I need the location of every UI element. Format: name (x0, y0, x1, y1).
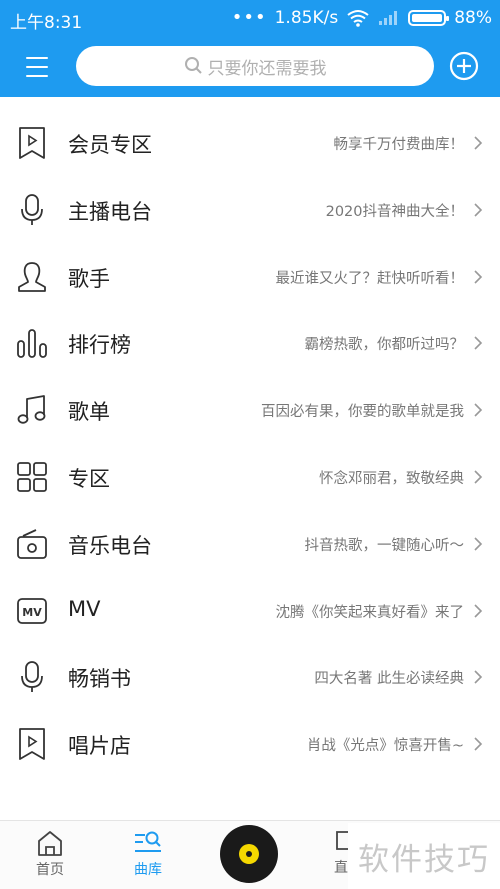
chevron-right-icon (474, 470, 483, 484)
wifi-icon (347, 10, 369, 27)
chevron-right-icon (474, 537, 483, 551)
mv-icon: MV (17, 597, 47, 624)
menu-button[interactable] (22, 54, 54, 80)
search-placeholder: 只要你还需要我 (207, 58, 327, 79)
list-item-title: 唱片店 (68, 734, 131, 759)
chevron-right-icon (474, 203, 483, 217)
chevron-right-icon (474, 270, 483, 284)
microphone-icon (21, 661, 43, 693)
list-item[interactable]: 歌手 最近谁又火了？赶快听听看！ (0, 244, 500, 311)
list-item-desc: 2020抖音神曲大全！ (325, 203, 464, 220)
list-item[interactable]: 排行榜 霸榜热歌，你都听过吗？ (0, 310, 500, 377)
list-item[interactable]: 专区 怀念邓丽君，致敬经典 (0, 444, 500, 511)
list-item-title: 会员专区 (68, 133, 152, 157)
microphone-icon (21, 193, 43, 225)
music-note-icon (17, 395, 46, 424)
list-item-title: MV (68, 596, 101, 621)
list-item-desc: 霸榜热歌，你都听过吗？ (304, 337, 465, 354)
chevron-right-icon (474, 336, 483, 350)
list-item[interactable]: 会员专区 畅享千万付费曲库！ (0, 110, 500, 177)
battery-percent: 88% (454, 8, 492, 28)
list-item-desc: 肖战《光点》惊喜开售~ (306, 738, 464, 755)
signal-icon (379, 11, 398, 25)
add-icon[interactable] (449, 51, 479, 81)
chevron-right-icon (474, 604, 483, 618)
chevron-right-icon (474, 403, 483, 417)
home-icon (38, 831, 62, 856)
play-bookmark-icon (19, 728, 45, 761)
tab-partial-label: 直 (334, 860, 348, 876)
list-item-title: 主播电台 (68, 199, 152, 224)
library-search-icon (135, 831, 161, 852)
category-list: 会员专区 畅享千万付费曲库！ 主播电台 2020抖音神曲大全！ 歌手 最近谁又火… (0, 110, 500, 778)
list-item[interactable]: 歌单 百因必有果，你要的歌单就是我 (0, 377, 500, 444)
chevron-right-icon (474, 136, 483, 150)
svg-text:MV: MV (22, 606, 42, 619)
bottom-nav: 首页 曲库 直 软件技巧 (0, 820, 500, 889)
network-speed: 1.85K/s (274, 8, 339, 28)
list-item-desc: 最近谁又火了？赶快听听看！ (275, 270, 465, 287)
list-item-title: 音乐电台 (68, 533, 152, 558)
list-item-desc: 百因必有果，你要的歌单就是我 (261, 404, 464, 421)
status-bar: 上午8:31 ••• 1.85K/s 88% (0, 0, 500, 36)
menu-icon-line (26, 75, 48, 77)
search-bar[interactable]: 只要你还需要我 (76, 46, 434, 86)
list-item-title: 专区 (68, 466, 110, 491)
list-item-desc: 抖音热歌，一键随心听～ (304, 537, 465, 554)
list-item-title: 歌单 (68, 400, 110, 425)
tab-home[interactable]: 首页 (20, 829, 80, 879)
disc-center (246, 851, 252, 857)
tab-home-label: 首页 (36, 862, 64, 878)
watermark: 软件技巧 (348, 823, 500, 889)
status-time: 上午8:31 (10, 13, 83, 33)
list-item[interactable]: 唱片店 肖战《光点》惊喜开售~ (0, 711, 500, 778)
play-bookmark-icon (19, 127, 45, 159)
list-item-title: 畅销书 (68, 667, 131, 692)
list-item-title: 歌手 (68, 266, 110, 291)
more-dots: ••• (231, 7, 267, 28)
battery-icon (408, 10, 450, 26)
watermark-text: 软件技巧 (358, 842, 490, 878)
radio-icon (17, 528, 47, 559)
list-item-desc: 畅享千万付费曲库！ (333, 137, 465, 153)
menu-icon (26, 57, 48, 59)
menu-icon-line (26, 66, 48, 68)
top-app-bar: 上午8:31 ••• 1.85K/s 88% 只要你还需要我 (0, 0, 500, 97)
tab-library[interactable]: 曲库 (118, 829, 178, 879)
list-item[interactable]: 主播电台 2020抖音神曲大全！ (0, 177, 500, 244)
grid-icon (17, 462, 47, 492)
bar-chart-icon (17, 329, 47, 359)
tab-library-label: 曲库 (134, 862, 162, 878)
now-playing-disc[interactable] (220, 825, 278, 883)
list-item-desc: 怀念邓丽君，致敬经典 (319, 470, 464, 487)
search-icon (184, 57, 202, 74)
chevron-right-icon (474, 670, 483, 684)
status-indicators: ••• 1.85K/s 88% (232, 6, 492, 30)
list-item-desc: 沈腾《你笑起来真好看》来了 (275, 604, 465, 621)
list-item[interactable]: MV MV 沈腾《你笑起来真好看》来了 (0, 578, 500, 645)
list-item-desc: 四大名著 此生必读经典 (314, 671, 464, 688)
singer-icon (18, 261, 46, 292)
list-item-title: 排行榜 (68, 333, 131, 358)
list-item[interactable]: 音乐电台 抖音热歌，一键随心听～ (0, 511, 500, 578)
chevron-right-icon (474, 737, 483, 751)
list-item[interactable]: 畅销书 四大名著 此生必读经典 (0, 644, 500, 711)
